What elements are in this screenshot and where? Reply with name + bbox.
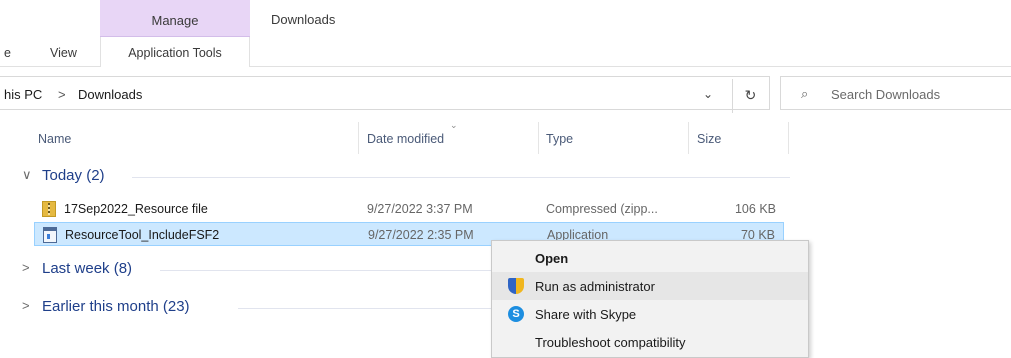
address-bar[interactable]: his PC > Downloads ⌄ ↻	[0, 76, 770, 113]
application-icon	[43, 227, 57, 243]
column-divider[interactable]	[358, 122, 359, 154]
ribbon-tab-bar: e View Application Tools	[0, 37, 1011, 67]
chevron-right-icon[interactable]: >	[22, 298, 30, 313]
file-size: 106 KB	[734, 202, 776, 216]
group-divider	[238, 308, 500, 309]
column-divider[interactable]	[538, 122, 539, 154]
menu-item-label: Open	[535, 251, 569, 266]
manage-tab-label: Manage	[151, 13, 199, 28]
group-label: Today (2)	[42, 167, 105, 184]
tab-application-tools[interactable]: Application Tools	[100, 37, 250, 67]
group-header-today[interactable]: ∨ Today (2)	[20, 165, 790, 189]
file-name: 17Sep2022_Resource file	[64, 202, 208, 216]
group-divider	[160, 270, 500, 271]
refresh-icon: ↻	[744, 87, 757, 103]
menu-item-run-as-administrator[interactable]: Run as administrator	[492, 272, 808, 300]
manage-context-tab[interactable]: Manage	[100, 0, 250, 37]
menu-item-label: Run as administrator	[535, 279, 655, 294]
group-divider	[132, 177, 790, 178]
column-divider[interactable]	[688, 122, 689, 154]
sort-indicator-icon: ⌄	[450, 120, 458, 130]
group-label: Earlier this month (23)	[42, 298, 190, 315]
search-input[interactable]: Search Downloads	[831, 87, 940, 102]
column-header-name[interactable]: Name	[38, 132, 71, 146]
menu-item-label: Share with Skype	[535, 307, 637, 322]
menu-item-label: Troubleshoot compatibility	[535, 335, 686, 350]
breadcrumb-this-pc[interactable]: his PC	[4, 87, 42, 102]
file-date: 9/27/2022 3:37 PM	[367, 202, 473, 216]
search-icon: ⌕	[801, 86, 809, 101]
context-menu: Open Run as administrator S Share with S…	[491, 240, 809, 358]
skype-icon: S	[508, 306, 524, 322]
column-header-date-modified[interactable]: Date modified	[367, 132, 444, 146]
search-box[interactable]: ⌕ Search Downloads	[780, 76, 1011, 110]
address-dropdown-icon[interactable]: ⌄	[703, 87, 713, 101]
menu-item-troubleshoot-compatibility[interactable]: Troubleshoot compatibility	[492, 328, 808, 356]
address-row: his PC > Downloads ⌄ ↻ ⌕ Search Download…	[0, 74, 1011, 114]
ribbon: Manage Downloads e View Application Tool…	[0, 0, 1011, 70]
tab-application-tools-label: Application Tools	[128, 46, 222, 60]
group-label: Last week (8)	[42, 260, 133, 277]
zip-folder-icon	[42, 201, 56, 217]
shield-icon	[508, 278, 524, 294]
column-header-row: Name ⌄ Date modified Type Size	[0, 120, 790, 156]
column-header-size[interactable]: Size	[697, 132, 721, 146]
tab-view[interactable]: View	[50, 46, 77, 60]
refresh-button[interactable]: ↻	[732, 79, 768, 113]
file-date: 9/27/2022 2:35 PM	[368, 228, 474, 242]
chevron-right-icon[interactable]: >	[22, 260, 30, 275]
column-divider[interactable]	[788, 122, 789, 154]
file-name: ResourceTool_IncludeFSF2	[65, 228, 220, 242]
file-type: Compressed (zipp...	[546, 202, 658, 216]
chevron-down-icon[interactable]: ∨	[22, 167, 32, 183]
column-header-type[interactable]: Type	[546, 132, 573, 146]
window-title: Downloads	[271, 12, 336, 27]
file-row[interactable]: 17Sep2022_Resource file 9/27/2022 3:37 P…	[34, 197, 784, 221]
tab-file-partial[interactable]: e	[4, 46, 11, 60]
breadcrumb-separator-icon[interactable]: >	[58, 87, 66, 102]
breadcrumb-downloads[interactable]: Downloads	[78, 87, 142, 102]
menu-item-share-with-skype[interactable]: S Share with Skype	[492, 300, 808, 328]
menu-item-open[interactable]: Open	[492, 244, 808, 272]
